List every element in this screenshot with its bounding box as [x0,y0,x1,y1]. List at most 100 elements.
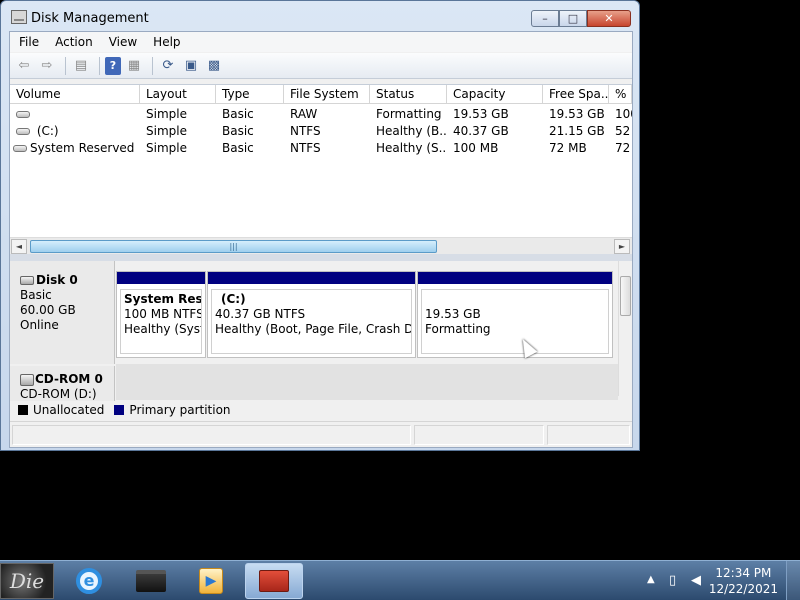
close-button[interactable]: ✕ [587,10,631,27]
system-tray: ▲ ▯ ◀ 12:34 PM 12/22/2021 [625,561,800,600]
clock-date: 12/22/2021 [708,582,778,596]
partition-name [425,292,605,307]
horizontal-scrollbar[interactable]: ◄ ||| ► [10,237,632,254]
rescan-disks-icon[interactable]: ▣ [181,57,201,75]
volume-name: (C:) [36,124,59,138]
unallocated-swatch [18,404,28,415]
table-row[interactable]: (C:) Simple Basic NTFS Healthy (B... 40.… [10,123,632,140]
toolbox-icon [259,570,289,592]
partition-formatting[interactable]: 19.53 GB Formatting [417,271,613,358]
scroll-left-icon[interactable]: ◄ [11,239,27,254]
partition-bar [208,272,415,284]
partition-body: System Reser 100 MB NTFS Healthy (Syste [120,289,202,354]
type-cell: Basic [222,141,254,155]
volume-cell: (C:) [10,123,140,140]
legend: Unallocated Primary partition [10,401,632,418]
partition-body: (C:) 40.37 GB NTFS Healthy (Boot, Page F… [211,289,412,354]
cdrom-0-area[interactable] [116,364,618,400]
menu-view[interactable]: View [109,35,137,49]
menu-action[interactable]: Action [55,35,93,49]
disk-0-label[interactable]: Disk 0 Basic 60.00 GB Online [10,261,115,364]
cdrom-0-drive: CD-ROM (D:) [20,387,97,401]
back-arrow-icon[interactable]: ⇦ [14,57,34,75]
table-row[interactable]: System Reserved Simple Basic NTFS Health… [10,140,632,157]
column-status[interactable]: Status [370,85,447,104]
horizontal-scroll-thumb[interactable]: ||| [30,240,437,253]
settings-icon[interactable]: ▩ [204,57,224,75]
client-area: File Action View Help ⇦ ⇨ ▤ ? ▦ ⟳ ▣ ▩ Vo… [9,31,633,448]
vertical-scroll-thumb[interactable] [620,276,631,316]
minimize-button[interactable]: – [531,10,559,27]
clock-time: 12:34 PM [715,566,772,580]
status-bar [10,421,632,447]
toolbar-separator [152,56,153,75]
menu-help[interactable]: Help [153,35,180,49]
media-player-button[interactable]: ▶ [182,563,240,599]
legend-unallocated: Unallocated [33,402,105,417]
scroll-right-icon[interactable]: ► [614,239,630,254]
properties-icon[interactable]: ▦ [124,57,144,75]
file-system-cell: RAW [290,107,318,121]
cd-rom-icon [20,373,34,386]
maximize-button[interactable]: □ [559,10,587,27]
partition-status: Formatting [425,322,491,336]
cdrom-0-name: CD-ROM 0 [35,372,103,386]
column-type[interactable]: Type [216,85,284,104]
toolbar-separator [65,56,66,75]
column-file-system[interactable]: File System [284,85,370,104]
computer-management-button[interactable] [245,563,303,599]
percent-free-cell: 52 [615,124,631,138]
show-hidden-icons-icon[interactable]: ▲ [647,574,655,585]
free-space-cell: 19.53 GB [549,107,605,121]
type-cell: Basic [222,124,254,138]
taskbar: Die e ▶ ▲ ▯ ◀ 12:34 PM 12/22/2021 [0,560,800,600]
partition-body: 19.53 GB Formatting [421,289,609,354]
volume-icon [16,111,30,118]
network-icon[interactable]: ▯ [669,573,676,588]
vertical-scrollbar[interactable] [618,261,632,396]
file-explorer-button[interactable] [122,563,180,599]
column-volume[interactable]: Volume [10,85,140,104]
window-controls: – □ ✕ [531,10,631,27]
toolbar-separator [99,56,100,75]
free-space-cell: 72 MB [549,141,587,155]
file-system-cell: NTFS [290,141,321,155]
volume-muted-icon[interactable]: ◀ [691,573,701,588]
capacity-cell: 19.53 GB [453,107,509,121]
disk-0-type: Basic [20,288,52,302]
cdrom-0-label[interactable]: CD-ROM 0 CD-ROM (D:) [10,366,115,401]
refresh-icon[interactable]: ⟳ [158,57,178,75]
partition-size: 100 MB NTFS [124,307,202,321]
column-percent-free[interactable]: % F [609,85,632,104]
column-free-space[interactable]: Free Spa... [543,85,609,104]
disk-management-icon [11,10,27,24]
disk-graphical-view: Disk 0 Basic 60.00 GB Online System Rese… [10,261,632,401]
pane-splitter[interactable] [10,254,632,261]
volume-cell: System Reserved [10,140,140,157]
partition-size: 40.37 GB NTFS [215,307,306,321]
table-row[interactable]: Simple Basic RAW Formatting 19.53 GB 19.… [10,106,632,123]
status-cell: Formatting [376,107,442,121]
help-icon[interactable]: ? [105,56,121,75]
show-desktop-button[interactable] [786,561,800,600]
volume-list: Volume Layout Type File System Status Ca… [10,84,632,254]
internet-explorer-button[interactable]: e [60,563,118,599]
column-capacity[interactable]: Capacity [447,85,543,104]
volume-icon [16,128,30,135]
title-bar[interactable]: Disk Management – □ ✕ [1,1,639,31]
toolbar: ⇦ ⇨ ▤ ? ▦ ⟳ ▣ ▩ [10,53,632,79]
console-tree-icon[interactable]: ▤ [71,57,91,75]
start-button[interactable]: Die [0,563,54,599]
percent-free-cell: 100 [615,107,632,121]
partition-status: Healthy (Boot, Page File, Crash Dump [215,322,411,336]
clock[interactable]: 12:34 PM 12/22/2021 [709,565,778,597]
column-layout[interactable]: Layout [140,85,216,104]
partition-system-reserved[interactable]: System Reser 100 MB NTFS Healthy (Syste [116,271,206,358]
forward-arrow-icon[interactable]: ⇨ [37,57,57,75]
status-panel [414,425,544,445]
partition-bar [117,272,205,284]
capacity-cell: 40.37 GB [453,124,509,138]
menu-file[interactable]: File [19,35,39,49]
partition-c-drive[interactable]: (C:) 40.37 GB NTFS Healthy (Boot, Page F… [207,271,416,358]
capacity-cell: 100 MB [453,141,499,155]
